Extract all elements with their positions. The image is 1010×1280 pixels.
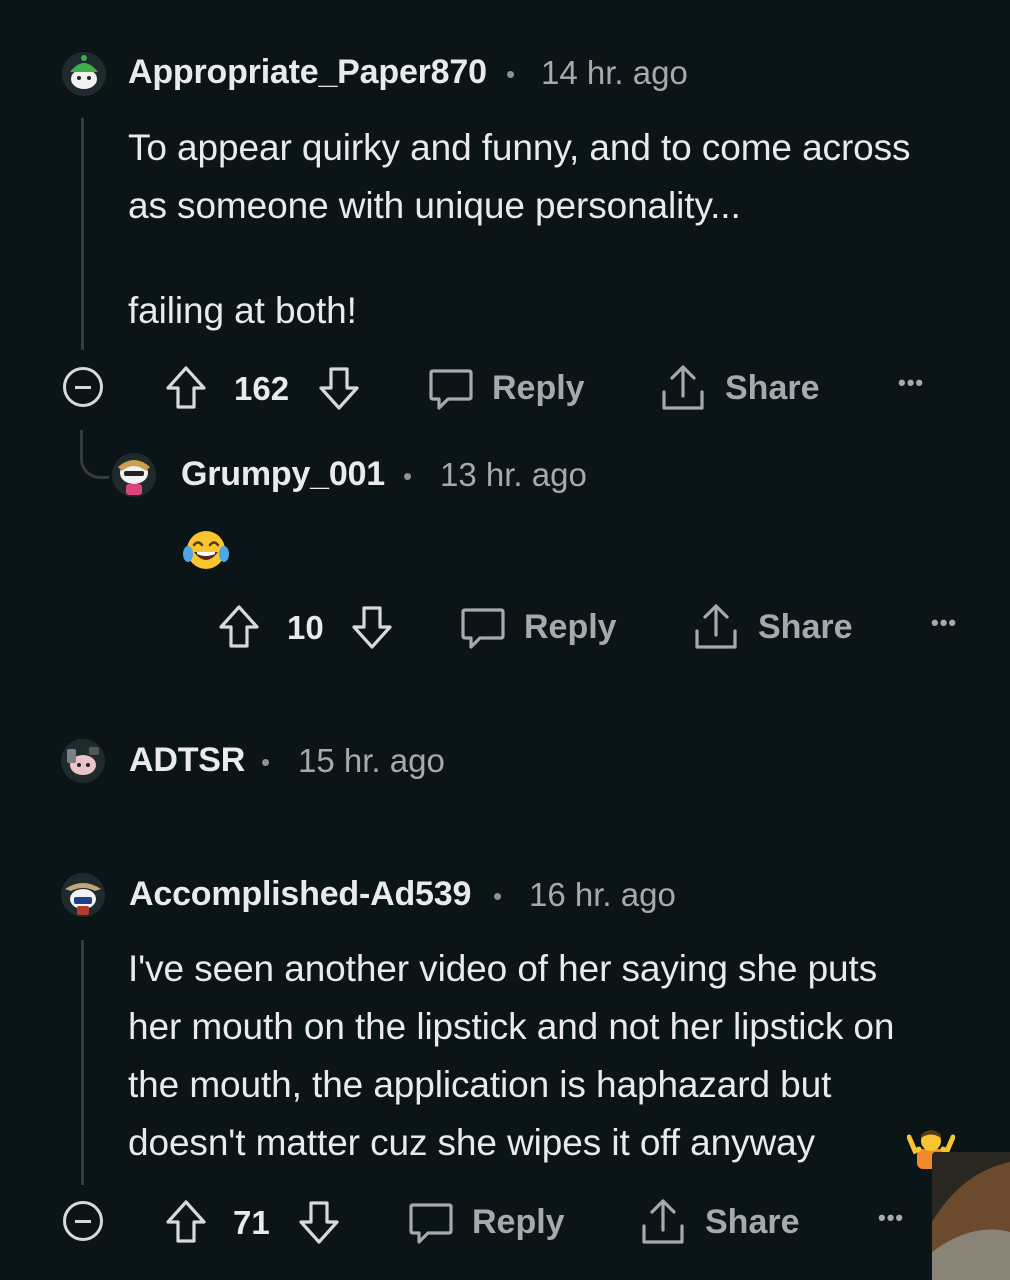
share-label: Share — [725, 369, 820, 407]
vote-count: 162 — [234, 370, 290, 407]
comment-body-line: the mouth, the application is haphazard … — [128, 1064, 832, 1105]
username[interactable]: Grumpy_001 — [181, 455, 385, 494]
snoo-avatar-icon — [112, 453, 156, 497]
separator-dot: • — [493, 881, 503, 911]
username[interactable]: ADTSR — [129, 741, 245, 780]
upvote-icon[interactable] — [164, 1199, 208, 1245]
vote-count: 10 — [287, 609, 324, 646]
collapse-thread-button[interactable] — [63, 1201, 103, 1241]
separator-dot: • — [261, 747, 271, 777]
snoo-avatar-icon — [62, 52, 106, 96]
more-options-button[interactable]: ••• — [898, 370, 924, 396]
downvote-icon[interactable] — [350, 604, 394, 650]
downvote-icon[interactable] — [317, 365, 361, 411]
share-icon — [693, 603, 739, 651]
comment-body-line: doesn't matter cuz she wipes it off anyw… — [128, 1122, 816, 1163]
thread-line[interactable] — [81, 940, 84, 1185]
comment-bubble-icon — [408, 1201, 454, 1245]
snoo-avatar-icon — [61, 873, 105, 917]
comment-bubble-icon — [428, 367, 474, 411]
tears-of-joy-emoji-icon — [182, 528, 230, 572]
vote-count: 71 — [233, 1204, 270, 1241]
timestamp: 13 hr. ago — [440, 456, 587, 493]
username[interactable]: Appropriate_Paper870 — [128, 53, 487, 92]
snoo-avatar-icon — [61, 739, 105, 783]
avatar[interactable] — [61, 873, 105, 917]
upvote-icon[interactable] — [217, 604, 261, 650]
thread-branch-line — [80, 430, 109, 479]
share-icon — [660, 364, 706, 412]
separator-dot: • — [403, 461, 413, 491]
comment-body-line: failing at both! — [128, 290, 357, 331]
comment-body-line: To appear quirky and funny, and to come … — [128, 127, 911, 168]
more-options-button[interactable]: ••• — [931, 610, 957, 636]
upvote-icon[interactable] — [164, 365, 208, 411]
avatar[interactable] — [62, 52, 106, 96]
share-label: Share — [705, 1203, 800, 1241]
timestamp: 16 hr. ago — [529, 876, 676, 913]
reply-label: Reply — [492, 369, 585, 407]
comment-body-line: as someone with unique personality... — [128, 185, 741, 226]
comment-bubble-icon — [460, 606, 506, 650]
timestamp: 14 hr. ago — [541, 54, 688, 91]
timestamp: 15 hr. ago — [298, 742, 445, 779]
share-icon — [640, 1198, 686, 1246]
separator-dot: • — [506, 59, 516, 89]
video-thumbnail-overlay[interactable] — [932, 1152, 1010, 1280]
comment-body-line: I've seen another video of her saying sh… — [128, 948, 878, 989]
more-options-button[interactable]: ••• — [878, 1205, 904, 1231]
reply-label: Reply — [472, 1203, 565, 1241]
reply-label: Reply — [524, 608, 617, 646]
avatar[interactable] — [61, 739, 105, 783]
thread-line[interactable] — [81, 118, 84, 350]
comment-body-line: her mouth on the lipstick and not her li… — [128, 1006, 895, 1047]
avatar[interactable] — [112, 453, 156, 497]
thumbnail-image-icon — [932, 1152, 1010, 1280]
username[interactable]: Accomplished-Ad539 — [129, 875, 471, 914]
collapse-thread-button[interactable] — [63, 367, 103, 407]
downvote-icon[interactable] — [297, 1199, 341, 1245]
share-label: Share — [758, 608, 853, 646]
